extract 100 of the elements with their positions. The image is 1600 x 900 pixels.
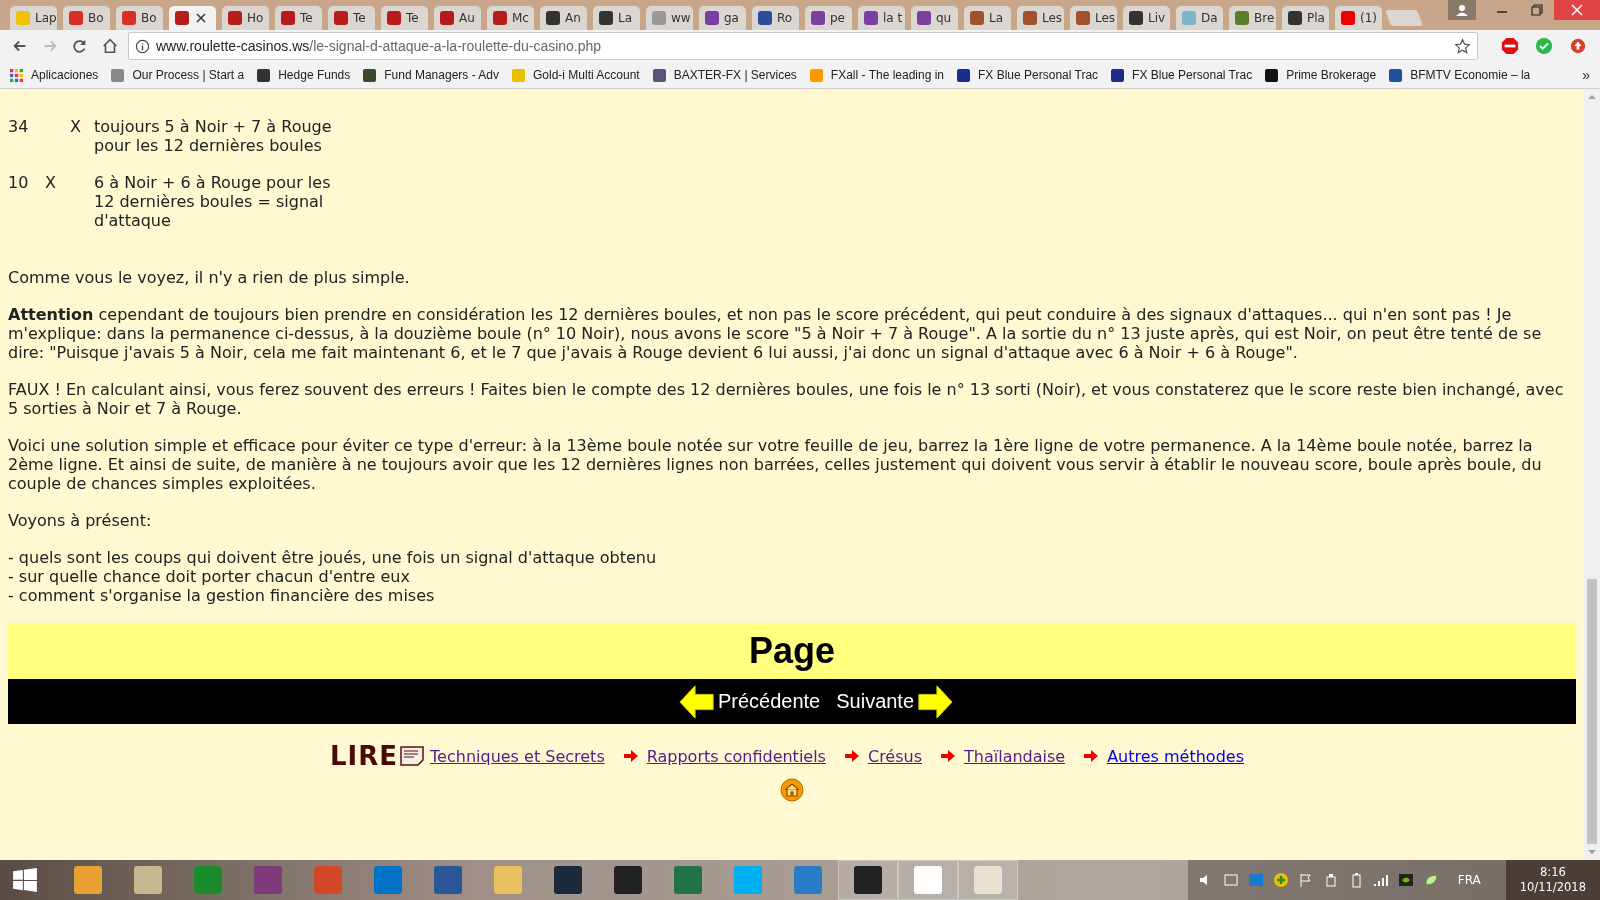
mark-cell: X	[45, 173, 56, 192]
apps-grid-icon	[10, 68, 23, 82]
info-icon[interactable]	[135, 38, 150, 54]
site-icon	[16, 11, 30, 25]
site-icon	[809, 68, 823, 82]
site-icon	[1288, 11, 1302, 25]
browser-tab[interactable]	[169, 6, 216, 30]
previous-link[interactable]: Précédente	[677, 681, 821, 722]
scroll-thumb[interactable]	[1587, 579, 1597, 844]
plus-icon[interactable]	[1272, 872, 1289, 888]
browser-tab[interactable]: Liv	[1123, 6, 1170, 30]
browser-tab[interactable]: Les	[1070, 6, 1117, 30]
windows-start-icon[interactable]	[12, 867, 38, 893]
browser-tab[interactable]: Ro	[752, 6, 799, 30]
site-icon	[1111, 68, 1125, 82]
bookmark-star-icon[interactable]	[1454, 37, 1471, 55]
arrow-icon	[940, 749, 956, 763]
link[interactable]: Thaïlandaise	[964, 746, 1066, 766]
browser-tab[interactable]: Mc	[487, 6, 534, 30]
browser-tab[interactable]: Les	[1017, 6, 1064, 30]
bookmark[interactable]: FX Blue Personal Trac	[1111, 68, 1253, 82]
scroll-up-icon[interactable]	[1588, 94, 1596, 100]
bookmark[interactable]: Prime Brokerage	[1265, 68, 1377, 82]
browser-tab[interactable]: Pla	[1282, 6, 1329, 30]
newspaper-icon	[400, 746, 425, 766]
flag-icon[interactable]	[1297, 872, 1314, 888]
bookmark[interactable]: FXall - The leading in	[809, 68, 945, 82]
site-icon	[705, 11, 719, 25]
upload-icon[interactable]	[1569, 37, 1587, 55]
browser-tab[interactable]: Ho	[222, 6, 269, 30]
more-bookmarks-button[interactable]: »	[1582, 67, 1590, 83]
home-icon[interactable]	[101, 37, 119, 55]
browser-tab[interactable]: ww	[646, 6, 693, 30]
paragraph: Voyons à présent:	[8, 511, 153, 530]
address-bar[interactable]: www.roulette-casinos.ws/le-signal-d-attaque-a-la-roulette-du-casino.php	[128, 32, 1478, 60]
site-icon	[1341, 11, 1355, 25]
site-icon	[1389, 68, 1403, 82]
site-icon	[1129, 11, 1143, 25]
screen-icon[interactable]	[1222, 872, 1239, 888]
number-cell-text: 34	[8, 117, 30, 138]
signal-icon[interactable]	[1372, 872, 1389, 888]
site-icon	[1182, 11, 1196, 25]
browser-tab[interactable]: Te	[328, 6, 375, 30]
leaf-icon[interactable]	[1422, 872, 1439, 888]
browser-tab[interactable]: Te	[381, 6, 428, 30]
browser-tab[interactable]: Te	[275, 6, 322, 30]
site-icon	[387, 11, 401, 25]
browser-tab[interactable]: Da	[1176, 6, 1223, 30]
site-icon	[281, 11, 295, 25]
graphics-icon[interactable]	[1397, 872, 1414, 888]
browser-tab[interactable]: ga	[699, 6, 746, 30]
home-icon[interactable]	[780, 778, 804, 802]
bookmark[interactable]: FX Blue Personal Trac	[957, 68, 1099, 82]
site-icon	[257, 68, 271, 82]
site-icon	[512, 68, 525, 82]
browser-tab[interactable]: Bre	[1229, 6, 1276, 30]
bookmark[interactable]: Fund Managers - Adv	[363, 68, 499, 82]
site-icon	[69, 11, 83, 25]
score-cell-text: 6 à Noir + 6 à Rouge pour les 12 dernières boules = signal d'attaque	[94, 173, 332, 230]
bookmark[interactable]: Our Process | Start a	[111, 68, 245, 82]
browser-tab[interactable]: Bo	[116, 6, 163, 30]
bookmark[interactable]: Gold-i Multi Account	[512, 68, 640, 82]
close-icon[interactable]	[196, 13, 206, 23]
next-link[interactable]: Suivante	[836, 681, 955, 722]
link[interactable]: Rapports confidentiels	[646, 746, 826, 766]
checkmark-icon[interactable]	[1535, 37, 1553, 55]
link[interactable]: Techniques et Secrets	[430, 746, 605, 766]
ad-block-icon[interactable]	[1501, 37, 1519, 55]
browser-tab[interactable]: La	[964, 6, 1011, 30]
browser-tab[interactable]: la t	[858, 6, 905, 30]
site-icon	[599, 11, 613, 25]
browser-tab[interactable]: La	[593, 6, 640, 30]
link[interactable]: Crésus	[867, 746, 922, 766]
clock[interactable]: 8:16 10/11/2018	[1505, 860, 1600, 900]
bookmark[interactable]: Aplicaciones	[10, 68, 99, 82]
site-icon	[811, 11, 825, 25]
browser-tab[interactable]: pe	[805, 6, 852, 30]
bookmark[interactable]: BFMTV Economie – la	[1389, 68, 1531, 82]
browser-tab[interactable]: An	[540, 6, 587, 30]
browser-tab[interactable]: Bo	[63, 6, 110, 30]
link[interactable]: Autres méthodes	[1107, 746, 1244, 766]
browser-tab[interactable]: qu	[911, 6, 958, 30]
scroll-down-icon[interactable]	[1588, 849, 1596, 855]
site-icon	[111, 68, 125, 82]
mark-cell: X	[70, 117, 81, 136]
user-icon[interactable]	[1448, 0, 1476, 20]
bookmark[interactable]: Hedge Funds	[257, 68, 351, 82]
browser-tab[interactable]: Au	[434, 6, 481, 30]
list-item: - quels sont les coups qui doivent être joués, une fois un signal d'attaque obtenu	[8, 548, 657, 567]
arrow-icon	[843, 749, 860, 763]
site-icon	[758, 11, 772, 25]
site-icon	[1265, 68, 1279, 82]
site-icon	[652, 11, 666, 25]
language-indicator[interactable]: FRA	[1457, 873, 1481, 887]
site-icon	[917, 11, 931, 25]
scrollbar[interactable]	[1584, 89, 1600, 860]
site-icon	[175, 11, 189, 25]
bookmark[interactable]: BAXTER-FX | Services	[652, 68, 797, 82]
browser-tab[interactable]: Lap	[10, 6, 57, 30]
browser-tab[interactable]: (1)	[1335, 6, 1382, 30]
